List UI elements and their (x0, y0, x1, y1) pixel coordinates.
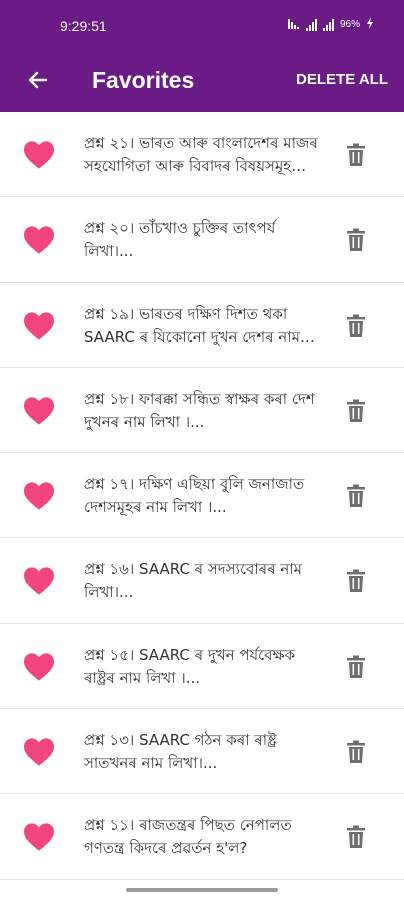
favorite-question-text: প্রশ্ন ১৬। SAARC ৰ সদস্যবোৰৰ নাম লিখা।..… (84, 560, 302, 602)
network-icon (287, 17, 300, 32)
trash-icon[interactable] (345, 314, 367, 338)
heart-icon[interactable] (22, 225, 56, 255)
heart-icon[interactable] (22, 652, 56, 682)
list-item[interactable]: প্রশ্ন ২১। ভাৰত আৰু বাংলাদেশৰ মাজৰ সহযোগ… (0, 112, 404, 198)
app-bar: Favorites DELETE ALL (0, 52, 404, 112)
favorite-question-text: প্রশ্ন ২১। ভাৰত আৰু বাংলাদেশৰ মাজৰ সহযোগ… (84, 134, 318, 175)
favorite-question-text: প্রশ্ন ১৮। ফাৰক্কা সন্ধিত স্বাক্ষৰ কৰা দ… (84, 389, 315, 431)
heart-icon[interactable] (22, 311, 56, 341)
heart-icon[interactable] (22, 396, 56, 426)
list-item[interactable]: প্রশ্ন ১৮। ফাৰক্কা সন্ধিত স্বাক্ষৰ কৰা দ… (0, 368, 404, 454)
list-item[interactable]: প্রশ্ন ২০। তাঁচখাও চুক্তিৰ তাৎপৰ্য লিখা।… (0, 197, 404, 283)
heart-icon[interactable] (22, 822, 56, 852)
list-item[interactable]: প্রশ্ন ১৩। SAARC গঠন কৰা ৰাষ্ট্ৰ সাতখনৰ … (0, 709, 404, 795)
trash-icon[interactable] (345, 484, 367, 508)
list-item[interactable]: প্রশ্ন ১৫। SAARC ৰ দুখন পৰ্যবেক্ষক ৰাষ্ট… (0, 624, 404, 710)
signal-icon (305, 18, 317, 31)
signal-icon (322, 18, 334, 31)
trash-icon[interactable] (345, 228, 367, 252)
battery-level: 96% (339, 19, 360, 30)
favorite-question-text: প্রশ্ন ১৯। ভাৰতৰ দক্ষিণ দিশত থকা SAARC ৰ… (84, 304, 300, 346)
favorite-question-text: প্রশ্ন ১১। ৰাজতন্ত্ৰৰ পিছত নেপালত গণতন্ত… (84, 816, 292, 858)
gesture-navigation-bar[interactable] (126, 888, 278, 892)
status-icons: 96% (287, 17, 374, 32)
page-title: Favorites (92, 67, 195, 93)
trash-icon[interactable] (345, 825, 367, 849)
favorite-question-text: প্রশ্ন ১৫। SAARC ৰ দুখন পৰ্যবেক্ষক ৰাষ্ট… (84, 645, 296, 687)
heart-icon[interactable] (22, 566, 56, 596)
status-time: 9:29:51 (60, 18, 107, 34)
heart-icon[interactable] (22, 481, 56, 511)
trash-icon[interactable] (345, 655, 367, 679)
favorite-question-text: প্রশ্ন ১৭। দক্ষিণ এছিয়া বুলি জনাজাত দেশ… (84, 475, 305, 517)
status-bar: 9:29:51 96% (0, 0, 404, 52)
trash-icon[interactable] (345, 143, 367, 167)
list-item[interactable]: প্রশ্ন ১৯। ভাৰতৰ দক্ষিণ দিশত থকা SAARC ৰ… (0, 283, 404, 368)
heart-icon[interactable] (22, 737, 56, 767)
trash-icon[interactable] (345, 399, 367, 423)
favorite-question-text: প্রশ্ন ২০। তাঁচখাও চুক্তিৰ তাৎপৰ্য লিখা।… (84, 219, 276, 261)
trash-icon[interactable] (345, 740, 367, 764)
battery-charging-icon (366, 17, 374, 32)
back-button[interactable] (20, 64, 56, 100)
favorite-question-text: প্রশ্ন ১৩। SAARC গঠন কৰা ৰাষ্ট্ৰ সাতখনৰ … (84, 731, 277, 773)
trash-icon[interactable] (345, 569, 367, 593)
arrow-left-icon (26, 68, 50, 96)
list-item[interactable]: প্রশ্ন ১৬। SAARC ৰ সদস্যবোৰৰ নাম লিখা।..… (0, 538, 404, 624)
heart-icon[interactable] (22, 140, 56, 170)
delete-all-button[interactable]: DELETE ALL (296, 68, 388, 92)
favorites-list: প্রশ্ন ২১। ভাৰত আৰু বাংলাদেশৰ মাজৰ সহযোগ… (0, 112, 404, 880)
list-item[interactable]: প্রশ্ন ১১। ৰাজতন্ত্ৰৰ পিছত নেপালত গণতন্ত… (0, 794, 404, 880)
list-item[interactable]: প্রশ্ন ১৭। দক্ষিণ এছিয়া বুলি জনাজাত দেশ… (0, 453, 404, 539)
